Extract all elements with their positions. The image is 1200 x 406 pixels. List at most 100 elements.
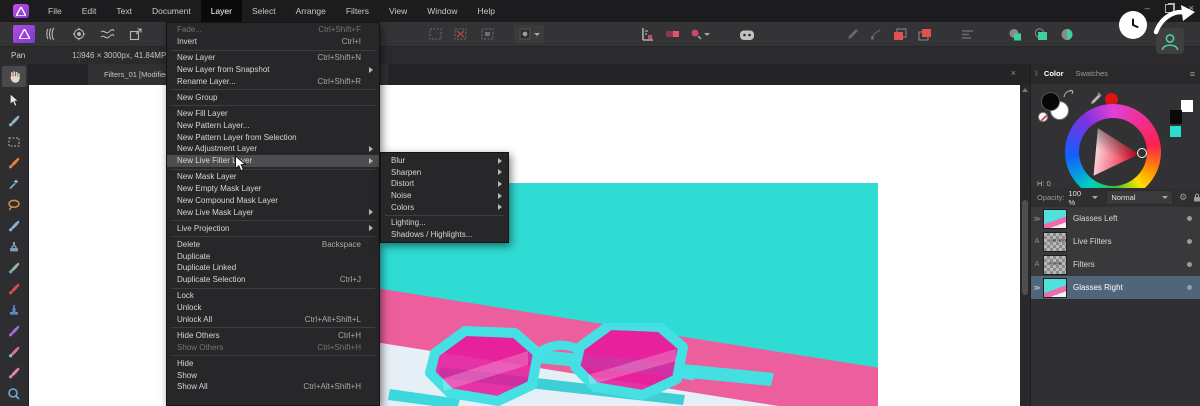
menubar-select[interactable]: Select bbox=[242, 0, 286, 22]
menu-item-duplicate-selection[interactable]: Duplicate SelectionCtrl+J bbox=[167, 274, 379, 286]
layer-row-glasses-right[interactable]: ≫ Glasses Right bbox=[1031, 276, 1200, 300]
stamp-tool[interactable] bbox=[4, 301, 24, 319]
boolean-intersect-icon[interactable] bbox=[1030, 25, 1052, 43]
menubar-document[interactable]: Document bbox=[142, 0, 201, 22]
mini-swatch-black[interactable] bbox=[1170, 110, 1182, 124]
submenu-item-blur[interactable]: Blur bbox=[381, 155, 508, 167]
boolean-add-icon[interactable] bbox=[1004, 25, 1026, 43]
menubar-text[interactable]: Text bbox=[106, 0, 142, 22]
menu-item-new-pattern-layer[interactable]: New Pattern Layer... bbox=[167, 119, 379, 131]
submenu-item-shadows-highlights[interactable]: Shadows / Highlights... bbox=[381, 229, 508, 241]
mini-swatch-white[interactable] bbox=[1181, 100, 1193, 112]
menu-item-unlock[interactable]: Unlock bbox=[167, 302, 379, 314]
alignment-icon[interactable] bbox=[956, 25, 978, 43]
selection-icon-3[interactable] bbox=[476, 25, 498, 43]
submenu-item-distort[interactable]: Distort bbox=[381, 178, 508, 190]
clone-tool[interactable] bbox=[4, 238, 24, 256]
selection-brush-tool[interactable] bbox=[4, 112, 24, 130]
layer-row-filters[interactable]: A FILTERS Filters bbox=[1031, 253, 1200, 277]
menu-item-delete[interactable]: DeleteBackspace bbox=[167, 238, 379, 250]
layer-settings-gear-icon[interactable]: ⚙ bbox=[1179, 192, 1187, 203]
menu-item-new-layer[interactable]: New LayerCtrl+Shift+N bbox=[167, 52, 379, 64]
brush-tool[interactable] bbox=[4, 217, 24, 235]
menubar-help[interactable]: Help bbox=[468, 0, 505, 22]
mini-swatch-cyan[interactable] bbox=[1170, 126, 1181, 137]
menubar-filters[interactable]: Filters bbox=[336, 0, 379, 22]
photo-persona-button[interactable] bbox=[13, 25, 35, 43]
menu-item-new-live-filter-layer[interactable]: New Live Filter Layer bbox=[167, 155, 379, 167]
menu-item-hide-others[interactable]: Hide OthersCtrl+H bbox=[167, 329, 379, 341]
view-hand-tool[interactable] bbox=[2, 66, 26, 87]
menu-item-duplicate[interactable]: Duplicate bbox=[167, 250, 379, 262]
snapping-colors-icon[interactable] bbox=[662, 25, 684, 43]
healing-tool[interactable] bbox=[4, 259, 24, 277]
canvas-vertical-scrollbar[interactable] bbox=[1020, 85, 1030, 406]
menu-item-invert[interactable]: InvertCtrl+I bbox=[167, 36, 379, 48]
layer-row-live-filters[interactable]: A LIVE FILTERS Live Filters bbox=[1031, 230, 1200, 254]
menu-item-show[interactable]: Show bbox=[167, 369, 379, 381]
tone-mapping-persona-icon[interactable] bbox=[96, 25, 118, 43]
sponge-tool[interactable] bbox=[4, 385, 24, 403]
marquee-tool[interactable] bbox=[4, 133, 24, 151]
scrollbar-thumb[interactable] bbox=[1022, 200, 1028, 295]
menu-item-rename-layer[interactable]: Rename Layer...Ctrl+Shift+R bbox=[167, 76, 379, 88]
vector-pen-icon[interactable] bbox=[842, 25, 864, 43]
layer-thumbnail[interactable] bbox=[1043, 278, 1067, 298]
menu-item-new-layer-from-snapshot[interactable]: New Layer from Snapshot bbox=[167, 64, 379, 76]
submenu-item-colors[interactable]: Colors bbox=[381, 201, 508, 213]
submenu-item-lighting[interactable]: Lighting... bbox=[381, 217, 508, 229]
smudge-tool[interactable] bbox=[4, 364, 24, 382]
color-wheel[interactable] bbox=[1065, 104, 1161, 200]
menu-item-hide[interactable]: Hide bbox=[167, 357, 379, 369]
menu-item-live-projection[interactable]: Live Projection bbox=[167, 222, 379, 234]
menubar-layer[interactable]: Layer bbox=[201, 0, 242, 22]
layer-visibility-dot[interactable] bbox=[1187, 262, 1192, 267]
layer-visibility-dot[interactable] bbox=[1187, 285, 1192, 290]
menu-item-show-all[interactable]: Show AllCtrl+Alt+Shift+H bbox=[167, 381, 379, 393]
scroll-up-arrow-icon[interactable] bbox=[1022, 88, 1028, 92]
paint-brush-tool[interactable] bbox=[4, 280, 24, 298]
submenu-item-sharpen[interactable]: Sharpen bbox=[381, 167, 508, 179]
boolean-divide-icon[interactable] bbox=[1056, 25, 1078, 43]
layer-thumbnail[interactable]: LIVE FILTERS bbox=[1043, 232, 1067, 252]
menubar-arrange[interactable]: Arrange bbox=[286, 0, 336, 22]
layer-lock-icon[interactable] bbox=[1193, 193, 1200, 202]
menu-item-new-compound-mask-layer[interactable]: New Compound Mask Layer bbox=[167, 195, 379, 207]
layer-visibility-dot[interactable] bbox=[1187, 239, 1192, 244]
mask-mode-dropdown[interactable] bbox=[514, 25, 544, 43]
duplicate-red-icon-1[interactable] bbox=[889, 25, 911, 43]
menu-item-new-fill-layer[interactable]: New Fill Layer bbox=[167, 107, 379, 119]
layers-opacity-value[interactable]: 100 % bbox=[1069, 189, 1090, 207]
layer-thumbnail[interactable]: FILTERS bbox=[1043, 255, 1067, 275]
liquify-persona-icon[interactable] bbox=[40, 25, 62, 43]
menu-item-new-pattern-layer-from-selection[interactable]: New Pattern Layer from Selection bbox=[167, 131, 379, 143]
assistant-robot-icon[interactable] bbox=[736, 25, 758, 43]
crop-tool[interactable] bbox=[4, 154, 24, 172]
menubar-view[interactable]: View bbox=[379, 0, 417, 22]
no-color-chip[interactable] bbox=[1038, 112, 1048, 122]
panel-menu-icon[interactable]: ≡ bbox=[1190, 69, 1195, 79]
opacity-dropdown-icon[interactable] bbox=[1092, 196, 1098, 199]
selection-icon-1[interactable] bbox=[424, 25, 446, 43]
export-persona-icon[interactable] bbox=[124, 25, 146, 43]
duplicate-red-icon-2[interactable] bbox=[914, 25, 936, 43]
snapping-ruler-icon[interactable] bbox=[636, 25, 658, 43]
menu-item-show-others[interactable]: Show OthersCtrl+Shift+H bbox=[167, 341, 379, 353]
tab-close-icon[interactable]: × bbox=[1011, 68, 1016, 78]
move-tool[interactable] bbox=[4, 91, 24, 109]
node-edit-icon[interactable] bbox=[865, 25, 887, 43]
mixer-brush-tool[interactable] bbox=[4, 343, 24, 361]
flood-select-tool[interactable] bbox=[4, 175, 24, 193]
blend-mode-dropdown[interactable]: Normal bbox=[1106, 190, 1173, 205]
menubar-edit[interactable]: Edit bbox=[72, 0, 107, 22]
menubar-file[interactable]: File bbox=[38, 0, 72, 22]
submenu-item-noise[interactable]: Noise bbox=[381, 190, 508, 202]
lasso-tool[interactable] bbox=[4, 196, 24, 214]
develop-persona-icon[interactable] bbox=[68, 25, 90, 43]
menu-item-duplicate-linked[interactable]: Duplicate Linked bbox=[167, 262, 379, 274]
menu-item-new-live-mask-layer[interactable]: New Live Mask Layer bbox=[167, 206, 379, 218]
menu-item-lock[interactable]: Lock bbox=[167, 290, 379, 302]
selection-icon-2[interactable] bbox=[449, 25, 471, 43]
minimize-button[interactable]: – bbox=[1145, 3, 1150, 13]
layer-row-glasses-left[interactable]: ≫ Glasses Left bbox=[1031, 207, 1200, 231]
